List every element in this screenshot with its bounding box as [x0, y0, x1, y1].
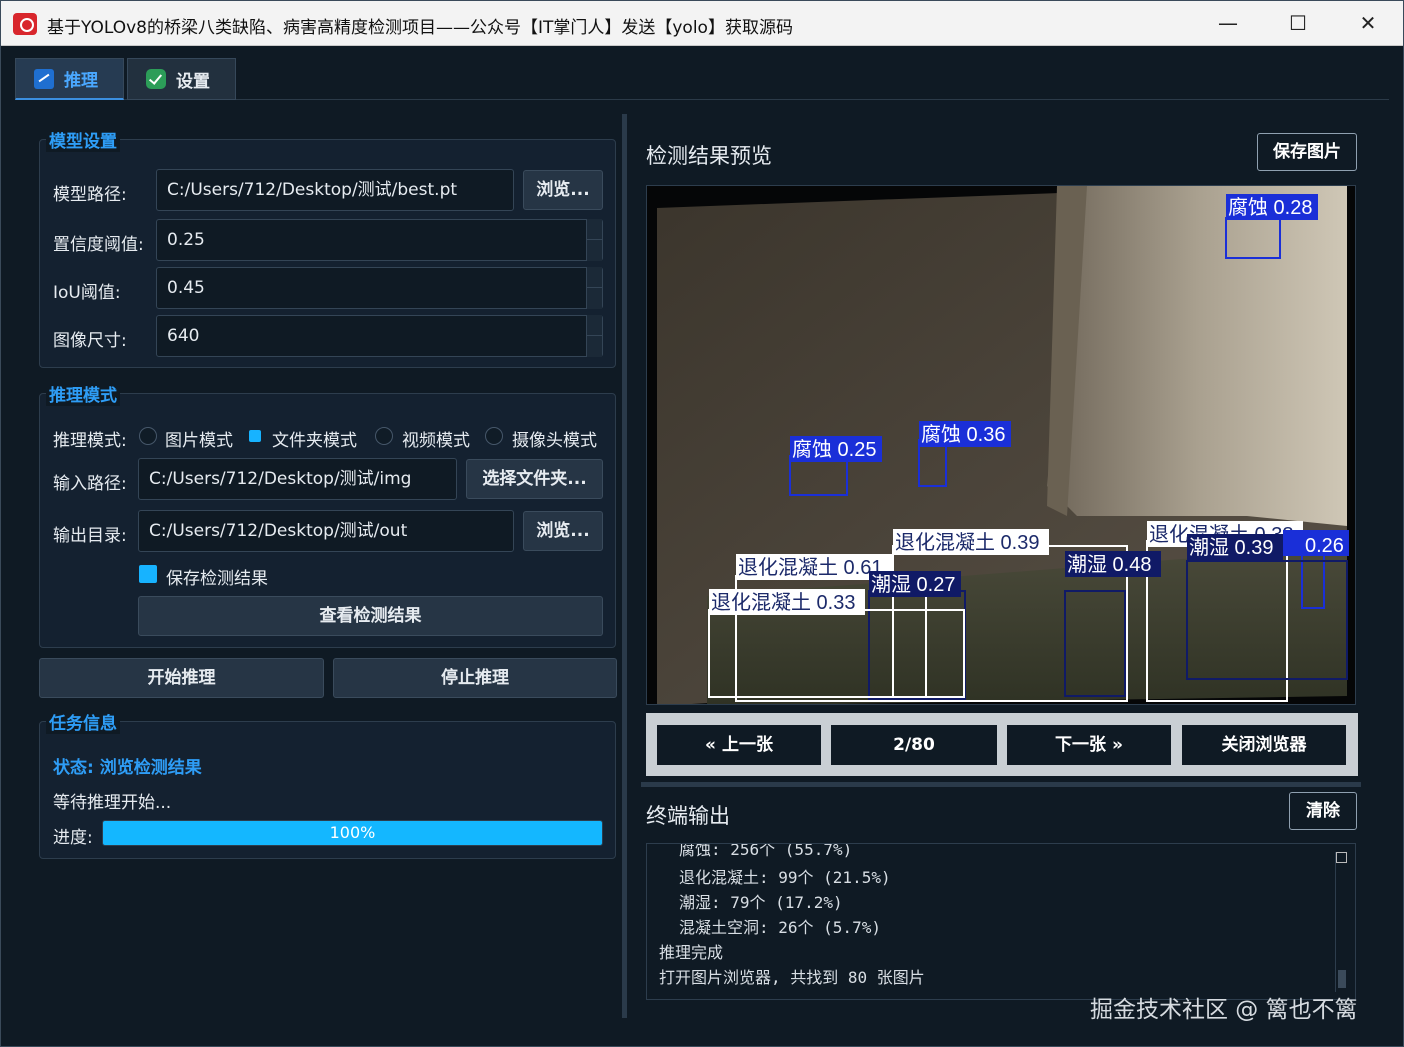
save-results-label[interactable]: 保存检测结果: [166, 564, 268, 589]
label-degraded-039: 退化混凝土 0.39: [895, 531, 1039, 554]
label-damp-039: 潮湿 0.39: [1189, 536, 1273, 559]
conf-label: 置信度阈值:: [53, 235, 144, 255]
output-dir-label: 输出目录:: [53, 526, 127, 546]
close-browser-button[interactable]: 关闭浏览器: [1182, 725, 1346, 765]
maximize-button[interactable]: ☐: [1263, 1, 1333, 46]
output-browse-button[interactable]: 浏览...: [523, 511, 603, 551]
iou-spin-arrows[interactable]: [586, 267, 603, 309]
terminal-line: 腐蚀: 256个 (55.7%): [679, 843, 853, 859]
folder-mode-label[interactable]: 文件夹模式: [272, 426, 357, 451]
label-damp-048: 潮湿 0.48: [1067, 553, 1151, 576]
check-icon: [146, 69, 166, 89]
image-mode-label[interactable]: 图片模式: [165, 426, 233, 451]
inference-mode-title: 推理模式: [46, 381, 120, 406]
terminal-line: 潮湿: 79个 (17.2%): [679, 893, 843, 912]
select-folder-button[interactable]: 选择文件夹...: [466, 459, 603, 499]
radio-folder-mode[interactable]: [249, 430, 261, 442]
label-degraded-033: 退化混凝土 0.33: [711, 591, 855, 614]
input-path-label: 输入路径:: [53, 474, 127, 494]
app-logo-icon: [13, 13, 37, 35]
stop-inference-button[interactable]: 停止推理: [333, 658, 617, 698]
terminal-line: 混凝土空洞: 26个 (5.7%): [679, 918, 881, 937]
terminal-line: 推理完成: [659, 943, 724, 962]
terminal-title: 终端输出: [646, 804, 730, 828]
tab-inference[interactable]: 推理: [15, 58, 124, 100]
vertical-splitter[interactable]: [622, 114, 627, 1018]
model-settings-title: 模型设置: [46, 127, 120, 152]
task-info-title: 任务信息: [46, 709, 120, 734]
output-dir-input[interactable]: C:/Users/712/Desktop/测试/out: [138, 510, 514, 552]
model-browse-button[interactable]: 浏览...: [523, 170, 603, 210]
label-degraded-061: 退化混凝土 0.61: [738, 556, 882, 579]
scroll-thumb[interactable]: [1338, 970, 1346, 988]
model-path-input[interactable]: C:/Users/712/Desktop/测试/best.pt: [156, 169, 514, 211]
scroll-up-arrow[interactable]: [1336, 852, 1347, 863]
camera-mode-label[interactable]: 摄像头模式: [512, 426, 597, 451]
terminal-scrollbar[interactable]: [1335, 852, 1347, 992]
conf-spinbox[interactable]: 0.25: [156, 219, 603, 261]
horizontal-splitter[interactable]: [641, 782, 1361, 787]
progress-label: 进度:: [53, 828, 93, 848]
next-image-button[interactable]: 下一张 »: [1007, 725, 1171, 765]
iou-spinbox[interactable]: 0.45: [156, 267, 603, 309]
view-results-button[interactable]: 查看检测结果: [138, 596, 603, 636]
preview-svg: 腐蚀 0.28 腐蚀 0.25 腐蚀 0.36 退化混凝土 0.39 退化混凝土…: [647, 186, 1355, 704]
conf-spin-arrows[interactable]: [586, 219, 603, 261]
save-image-button[interactable]: 保存图片: [1257, 133, 1357, 171]
title-bar: 基于YOLOv8的桥梁八类缺陷、病害高精度检测项目——公众号【IT掌门人】发送【…: [0, 0, 1404, 46]
terminal-output[interactable]: 腐蚀: 256个 (55.7%) 退化混凝土: 99个 (21.5%) 潮湿: …: [646, 843, 1356, 1000]
label-corrosion-036: 腐蚀 0.36: [921, 423, 1005, 446]
label-damp-027: 潮湿 0.27: [871, 573, 955, 596]
imgsz-label: 图像尺寸:: [53, 331, 127, 351]
chart-icon: [34, 68, 54, 89]
mode-label: 推理模式:: [53, 431, 127, 451]
radio-camera-mode[interactable]: [485, 427, 503, 445]
prev-image-button[interactable]: « 上一张: [657, 725, 821, 765]
tab-settings-label: 设置: [176, 71, 210, 92]
input-path-input[interactable]: C:/Users/712/Desktop/测试/img: [138, 458, 457, 500]
detection-preview-image: 腐蚀 0.28 腐蚀 0.25 腐蚀 0.36 退化混凝土 0.39 退化混凝土…: [646, 185, 1356, 705]
radio-video-mode[interactable]: [375, 427, 393, 445]
minimize-button[interactable]: —: [1193, 1, 1263, 46]
label-corrosion-026: 0.26: [1305, 535, 1344, 557]
preview-title: 检测结果预览: [646, 144, 772, 168]
status-message: 等待推理开始...: [53, 793, 172, 813]
close-button[interactable]: ✕: [1333, 1, 1403, 46]
status-text: 状态: 浏览检测结果: [53, 758, 202, 778]
progress-text: 100%: [329, 823, 376, 842]
start-inference-button[interactable]: 开始推理: [39, 658, 324, 698]
window-title: 基于YOLOv8的桥梁八类缺陷、病害高精度检测项目——公众号【IT掌门人】发送【…: [47, 18, 793, 38]
image-counter: 2/80: [831, 725, 997, 765]
video-mode-label[interactable]: 视频模式: [402, 426, 470, 451]
imgsz-spin-arrows[interactable]: [586, 315, 603, 357]
tab-settings[interactable]: 设置: [127, 58, 236, 100]
label-corrosion-028: 腐蚀 0.28: [1228, 196, 1312, 219]
radio-image-mode[interactable]: [139, 427, 157, 445]
clear-terminal-button[interactable]: 清除: [1289, 792, 1357, 830]
terminal-line: 打开图片浏览器, 共找到 80 张图片: [659, 968, 925, 987]
model-path-label: 模型路径:: [53, 185, 127, 205]
tab-inference-label: 推理: [64, 71, 98, 91]
terminal-line: 退化混凝土: 99个 (21.5%): [679, 868, 891, 887]
progress-bar: 100%: [102, 820, 603, 846]
image-nav-bar: « 上一张 2/80 下一张 » 关闭浏览器: [646, 713, 1358, 776]
label-corrosion-025: 腐蚀 0.25: [792, 438, 876, 461]
iou-label: IoU阈值:: [53, 283, 121, 303]
scene-beam: [1047, 186, 1347, 526]
save-results-checkbox[interactable]: [139, 565, 157, 583]
imgsz-spinbox[interactable]: 640: [156, 315, 603, 357]
watermark: 掘金技术社区 @ 篱也不篱: [1090, 997, 1358, 1023]
